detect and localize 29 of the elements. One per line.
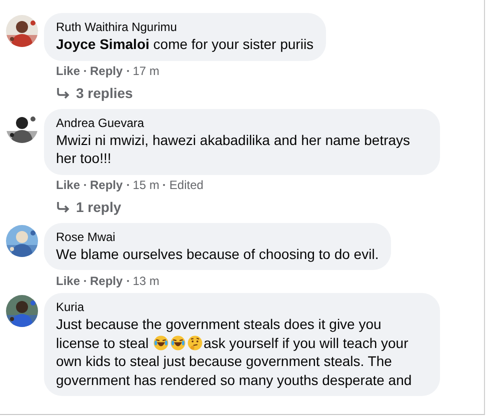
laughing-emoji-icon <box>152 334 169 350</box>
mention-link[interactable]: Joyce Simaloi <box>56 36 150 52</box>
comment-text: license to steal <box>56 334 149 350</box>
comment-time: 17 m <box>132 64 160 78</box>
comment-text: Mwizi ni mwizi, hawezi akabadilika and her name betrays her too!!! <box>56 132 410 166</box>
like-link[interactable]: Like <box>56 274 80 288</box>
comment-time: 13 m <box>132 274 160 288</box>
like-link[interactable]: Like <box>56 64 80 78</box>
view-replies-link[interactable]: 1 reply <box>76 198 122 214</box>
reply-link[interactable]: Reply <box>90 274 123 288</box>
view-replies-link[interactable]: 3 replies <box>76 84 133 100</box>
reply-link[interactable]: Reply <box>90 64 123 78</box>
comment-text: We blame ourselves because of choosing to do evil. <box>56 246 379 262</box>
comment-text: own kids to steal just because government steals. The government has rendered so many youths desperate and <box>56 353 412 388</box>
reply-arrow-icon <box>56 86 70 98</box>
reply-arrow-icon <box>56 200 70 212</box>
comment-author[interactable]: Rose Mwai <box>56 228 379 244</box>
comment-text: ask yourself if you will teach your <box>204 334 408 350</box>
comment-author[interactable]: Kuria <box>56 299 428 315</box>
comment-time: 15 m <box>132 178 160 192</box>
comment-text: come for your sister puriis <box>152 36 314 52</box>
laughing-emoji-icon <box>170 334 186 350</box>
thinking-emoji-icon <box>186 334 203 350</box>
edited-label: Edited <box>169 178 204 192</box>
comment-author[interactable]: Andrea Guevara <box>56 114 428 130</box>
like-link[interactable]: Like <box>56 178 80 192</box>
reply-link[interactable]: Reply <box>90 178 123 192</box>
comment-text: Just because the government steals does it give you <box>56 316 382 332</box>
comment-author[interactable]: Ruth Waithira Ngurimu <box>56 19 314 35</box>
